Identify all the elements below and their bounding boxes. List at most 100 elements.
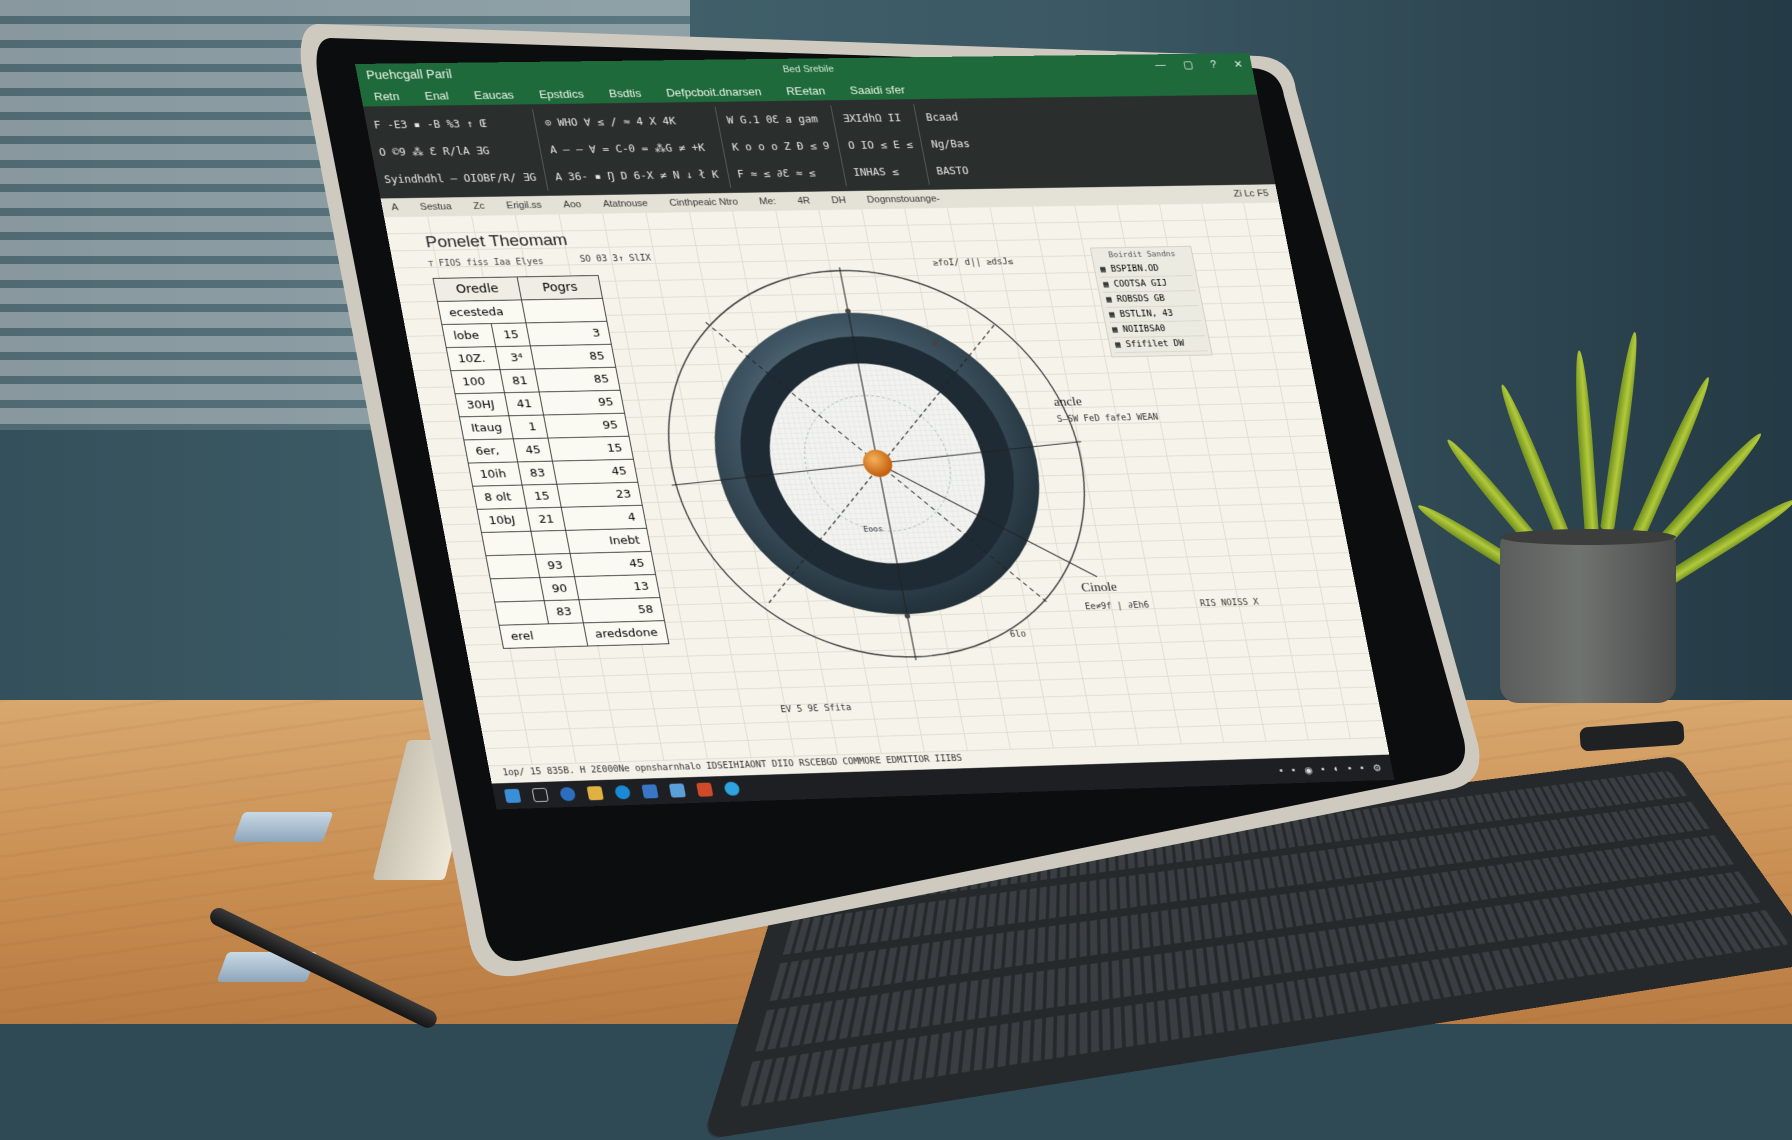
- table-header[interactable]: Pogrs: [517, 275, 603, 299]
- ribbon-row[interactable]: A 36- ▪ Ŋ D 6-X ≠ N ↓ ł K: [554, 169, 720, 183]
- namebar-item[interactable]: Me:: [758, 196, 776, 206]
- side-panel-item[interactable]: ▦ COOTSA GIJ: [1100, 276, 1195, 293]
- table-cell[interactable]: [521, 298, 607, 323]
- table-cell[interactable]: 95: [539, 390, 625, 415]
- help-button[interactable]: ?: [1209, 59, 1217, 71]
- windows-icon[interactable]: [504, 789, 521, 803]
- table-cell[interactable]: 10bJ: [477, 508, 531, 532]
- table-header[interactable]: Oredle: [433, 277, 521, 302]
- table-cell[interactable]: 6er,: [464, 439, 518, 463]
- ribbon-row[interactable]: ⊙ WHO ∀ ≤ / ≈ 4 X 4K: [544, 115, 710, 129]
- table-cell[interactable]: 83: [518, 461, 557, 485]
- menu-item[interactable]: Epstdics: [538, 87, 585, 100]
- tray-icon[interactable]: ⚙: [1372, 762, 1383, 773]
- spreadsheet-grid[interactable]: Ponelet Theomam ⊤ FIOS fiss Iaa Elyes Or…: [384, 203, 1386, 767]
- task-view-icon[interactable]: [532, 788, 549, 802]
- folder-icon[interactable]: [587, 786, 604, 800]
- menu-item[interactable]: REetan: [785, 84, 826, 97]
- table-cell[interactable]: 85: [530, 344, 616, 369]
- table-cell[interactable]: 95: [543, 413, 629, 438]
- table-cell[interactable]: 83: [545, 600, 584, 624]
- namebar-item[interactable]: DH: [831, 195, 847, 205]
- table-cell[interactable]: 10Z.: [446, 347, 500, 371]
- table-cell[interactable]: 15: [522, 484, 561, 508]
- namebar-item[interactable]: Zi Lc F5: [1233, 189, 1270, 200]
- table-cell[interactable]: lobe: [442, 324, 496, 348]
- tray-icon[interactable]: ▪: [1279, 765, 1285, 776]
- table-cell[interactable]: ecesteda: [437, 300, 525, 325]
- tray-icon[interactable]: ◐: [1333, 763, 1341, 774]
- menu-item[interactable]: Retn: [373, 89, 401, 102]
- table-cell[interactable]: [531, 530, 570, 554]
- chrome-icon[interactable]: [723, 782, 740, 796]
- minimize-button[interactable]: —: [1154, 59, 1167, 71]
- browser-icon[interactable]: [559, 787, 576, 801]
- ribbon-row[interactable]: O IO ≤ E ≤: [847, 139, 914, 152]
- table-cell[interactable]: 93: [536, 553, 575, 577]
- table-cell[interactable]: 15: [492, 323, 531, 347]
- side-panel-item[interactable]: ▦ BSPIBN.OD: [1097, 261, 1192, 278]
- namebar-item[interactable]: Dognnstouange-: [866, 194, 940, 205]
- menu-item[interactable]: Bsdtis: [608, 86, 642, 99]
- namebar-item[interactable]: 4R: [796, 196, 811, 206]
- table-cell[interactable]: [490, 578, 544, 603]
- namebar-item[interactable]: Zc: [473, 201, 486, 211]
- ribbon-row[interactable]: A — — ∀ = C-0 = ⁂G ≠ +K: [549, 142, 715, 156]
- table-cell[interactable]: 100: [451, 370, 505, 394]
- office-icon[interactable]: [696, 783, 713, 797]
- table-cell[interactable]: 23: [557, 482, 643, 507]
- tray-icon[interactable]: ▪: [1359, 763, 1365, 774]
- menu-item[interactable]: Defpcboit.dnarsen: [665, 85, 762, 99]
- menu-item[interactable]: Enal: [424, 89, 450, 102]
- namebar-item[interactable]: Atatnouse: [602, 199, 649, 210]
- namebar-item[interactable]: Sestua: [419, 202, 452, 213]
- table-cell[interactable]: 1: [509, 415, 548, 439]
- ribbon-row[interactable]: W G.1 0Ɛ a gam: [726, 113, 825, 126]
- table-cell[interactable]: 3⁴: [496, 346, 535, 370]
- table-cell[interactable]: 3: [526, 321, 612, 346]
- table-cell[interactable]: [486, 554, 540, 578]
- tray-icon[interactable]: ◉: [1303, 764, 1314, 775]
- namebar-item[interactable]: A: [391, 203, 400, 213]
- namebar-item[interactable]: Cinthpeaic Ntro: [669, 197, 739, 208]
- tray-icon[interactable]: ▪: [1320, 764, 1326, 775]
- ribbon-row[interactable]: K o o o Z Ð ≤ 9: [731, 140, 830, 153]
- ribbon-row[interactable]: Bcaad: [925, 111, 966, 123]
- table-cell[interactable]: 45: [552, 459, 638, 484]
- mail-icon[interactable]: [641, 784, 658, 798]
- table-cell[interactable]: 15: [548, 436, 634, 461]
- menu-item[interactable]: Saaidi sfer: [849, 83, 906, 96]
- ribbon-row[interactable]: F ≈ ≤ ∂Ɛ ≈ ≤: [736, 167, 835, 180]
- table-cell[interactable]: 13: [574, 574, 660, 599]
- ribbon-row[interactable]: Syindhdhl — OIOBF/R/ ƎG: [383, 171, 537, 185]
- side-panel-item[interactable]: ▦ Sfifilet DW: [1112, 336, 1207, 353]
- ribbon-row[interactable]: F -E3 ▪ -B %3 ↑ Œ: [373, 117, 527, 131]
- table-cell[interactable]: aredsdone: [583, 621, 669, 646]
- ribbon-row[interactable]: Ng/Bas: [930, 138, 971, 150]
- maximize-button[interactable]: ▢: [1182, 59, 1194, 71]
- tray-icon[interactable]: ▪: [1291, 765, 1297, 776]
- tray-icon[interactable]: ▪: [1347, 763, 1353, 774]
- table-cell[interactable]: Inebt: [566, 528, 652, 553]
- ribbon-row[interactable]: BASTO: [935, 165, 976, 177]
- table-cell[interactable]: 10ih: [468, 462, 522, 486]
- close-button[interactable]: ✕: [1233, 58, 1244, 70]
- edge-icon[interactable]: [614, 785, 631, 799]
- table-cell[interactable]: 30HJ: [455, 393, 509, 417]
- table-cell[interactable]: 4: [561, 505, 647, 530]
- table-cell[interactable]: 21: [527, 507, 566, 531]
- menu-item[interactable]: Eaucas: [473, 88, 515, 101]
- ribbon-row[interactable]: INHAS ≤: [852, 166, 919, 179]
- table-cell[interactable]: 41: [505, 392, 544, 416]
- table-cell[interactable]: 58: [579, 598, 665, 623]
- ribbon-row[interactable]: O ©9 ⁂ Ɛ R/lA ƎG: [378, 144, 532, 158]
- store-icon[interactable]: [669, 783, 686, 797]
- table-cell[interactable]: Itaug: [459, 416, 513, 440]
- table-cell[interactable]: [481, 531, 535, 555]
- namebar-item[interactable]: Aoo: [562, 200, 582, 210]
- table-cell[interactable]: 45: [514, 438, 553, 462]
- table-cell[interactable]: 90: [540, 577, 579, 601]
- table-cell[interactable]: 45: [570, 551, 656, 576]
- namebar-item[interactable]: Erigil.ss: [506, 200, 543, 211]
- table-cell[interactable]: 85: [535, 367, 621, 392]
